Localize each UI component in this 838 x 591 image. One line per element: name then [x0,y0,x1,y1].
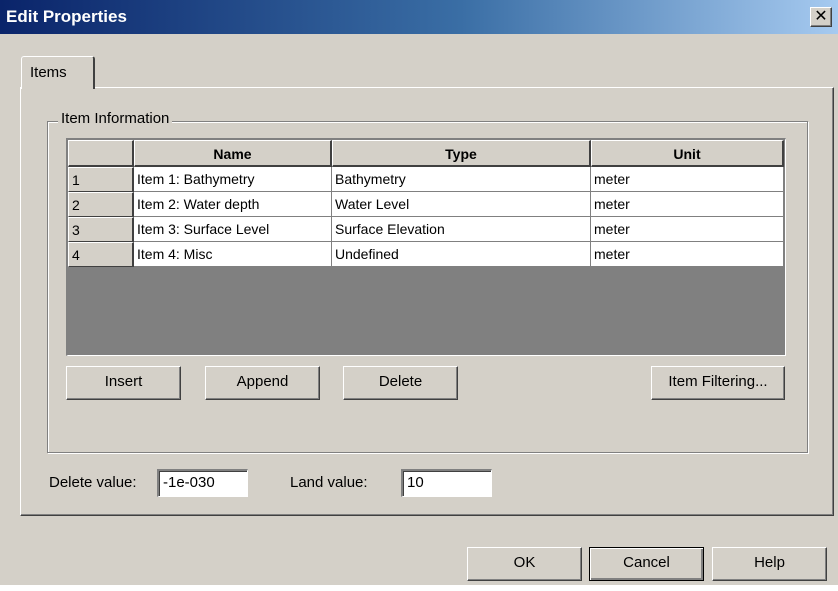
row-header[interactable]: 1 [68,167,134,192]
close-button[interactable]: ✕ [810,7,832,27]
items-grid[interactable]: Name Type Unit 1 Item 1: Bathymetry Bath… [66,138,786,356]
delete-value-label: Delete value: [49,474,137,491]
item-filtering-button[interactable]: Item Filtering... [651,366,785,400]
title-bar[interactable]: Edit Properties ✕ [0,0,838,34]
cell-type[interactable]: Bathymetry [332,167,591,192]
tab-items[interactable]: Items [21,56,95,89]
cell-unit[interactable]: meter [591,192,784,217]
row-header[interactable]: 3 [68,217,134,242]
help-button[interactable]: Help [712,547,827,581]
land-value-label: Land value: [290,474,368,491]
append-button[interactable]: Append [205,366,320,400]
cell-name[interactable]: Item 3: Surface Level [134,217,332,242]
cell-type[interactable]: Undefined [332,242,591,267]
row-header[interactable]: 2 [68,192,134,217]
column-header-name[interactable]: Name [134,140,332,167]
land-value-input[interactable]: 10 [401,469,492,497]
column-header-unit[interactable]: Unit [591,140,784,167]
row-header[interactable]: 4 [68,242,134,267]
delete-value-input[interactable]: -1e-030 [157,469,248,497]
cell-type[interactable]: Surface Elevation [332,217,591,242]
cell-name[interactable]: Item 2: Water depth [134,192,332,217]
cell-name[interactable]: Item 4: Misc [134,242,332,267]
cancel-button[interactable]: Cancel [589,547,704,581]
cell-unit[interactable]: meter [591,242,784,267]
close-icon: ✕ [814,8,828,25]
cell-unit[interactable]: meter [591,167,784,192]
insert-button[interactable]: Insert [66,366,181,400]
delete-button[interactable]: Delete [343,366,458,400]
cell-unit[interactable]: meter [591,217,784,242]
ok-button[interactable]: OK [467,547,582,581]
edit-properties-dialog: Edit Properties ✕ Items Item Information… [0,0,838,591]
cell-type[interactable]: Water Level [332,192,591,217]
cell-name[interactable]: Item 1: Bathymetry [134,167,332,192]
item-information-label: Item Information [58,110,173,127]
window-bottom-edge [0,585,838,591]
grid-corner-header [68,140,134,167]
window-title: Edit Properties [6,7,127,26]
column-header-type[interactable]: Type [332,140,591,167]
tab-items-label: Items [30,64,67,81]
